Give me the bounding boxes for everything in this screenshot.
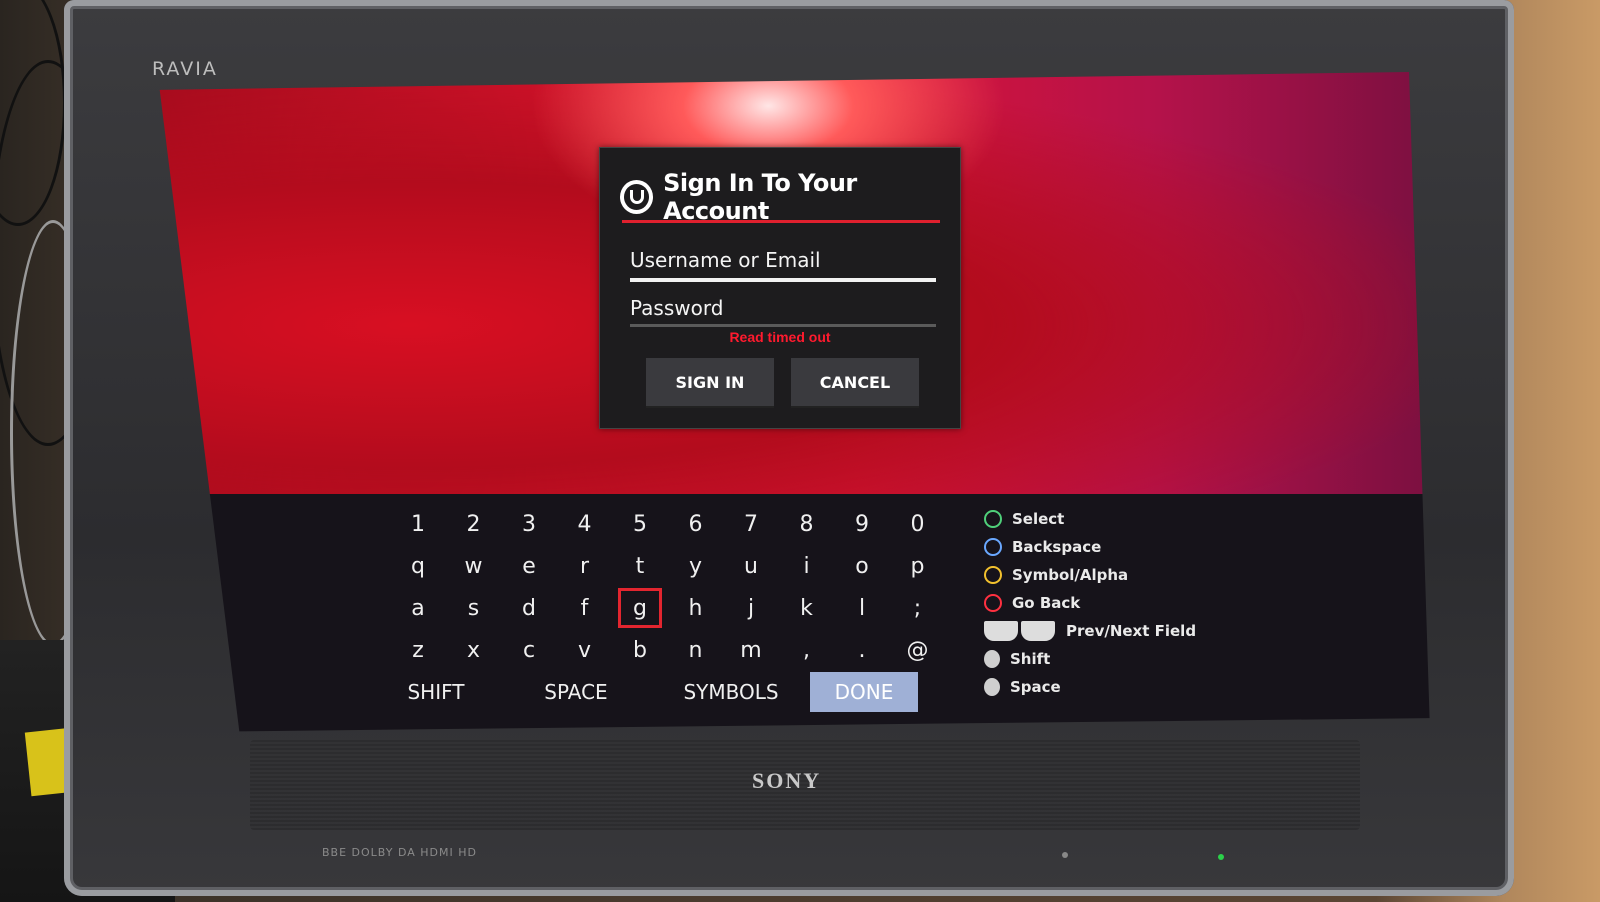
key-symbol[interactable]: . [840,630,884,670]
right-stick-icon [984,678,1000,696]
legend-label: Symbol/Alpha [1012,566,1129,584]
key-7[interactable]: 7 [729,504,773,544]
username-field[interactable]: Username or Email [630,248,936,282]
legend-label: Backspace [1012,538,1102,556]
tv-logo: SONY [752,768,822,793]
legend-item: Select [984,508,1064,530]
shift-key[interactable]: SHIFT [396,672,476,712]
key-0[interactable]: 0 [896,504,940,544]
key-o[interactable]: o [840,546,884,586]
cancel-button[interactable]: CANCEL [791,358,919,406]
symbols-key[interactable]: SYMBOLS [666,672,796,712]
password-field[interactable]: Password [630,296,936,327]
key-5[interactable]: 5 [618,504,662,544]
key-n[interactable]: n [674,630,718,670]
shoulder-buttons-icon [984,621,1058,641]
key-u[interactable]: u [729,546,773,586]
legend-label: Prev/Next Field [1066,622,1197,640]
key-t[interactable]: t [618,546,662,586]
legend-item: Space [984,676,1061,698]
sign-in-dialog: Sign In To Your Account Username or Emai… [599,147,961,429]
tv-model-brand: RAVIA [152,58,218,80]
key-s[interactable]: s [452,588,496,628]
key-x[interactable]: x [452,630,496,670]
key-9[interactable]: 9 [840,504,884,544]
legend-item: Shift [984,648,1050,670]
title-divider [622,220,940,223]
key-r[interactable]: r [563,546,607,586]
tv-sensor [1062,852,1068,858]
symbol-alpha-icon [984,566,1002,584]
key-d[interactable]: d [507,588,551,628]
backspace-icon [984,538,1002,556]
key-h[interactable]: h [674,588,718,628]
key-a[interactable]: a [396,588,440,628]
key-4[interactable]: 4 [563,504,607,544]
key-k[interactable]: k [785,588,829,628]
key-c[interactable]: c [507,630,551,670]
key-w[interactable]: w [452,546,496,586]
tv-screen: Sign In To Your Account Username or Emai… [152,72,1436,732]
key-j[interactable]: j [729,588,773,628]
select-icon [984,510,1002,528]
go-back-icon [984,594,1002,612]
sign-in-button[interactable]: SIGN IN [646,358,774,406]
space-key[interactable]: SPACE [526,672,626,712]
key-3[interactable]: 3 [507,504,551,544]
legend-label: Space [1010,678,1061,696]
key-p[interactable]: p [896,546,940,586]
key-l[interactable]: l [840,588,884,628]
key-m[interactable]: m [729,630,773,670]
key-q[interactable]: q [396,546,440,586]
key-8[interactable]: 8 [785,504,829,544]
dialog-title: Sign In To Your Account [663,169,857,225]
key-b[interactable]: b [618,630,662,670]
u-logo-icon [620,180,653,214]
dialog-header: Sign In To Your Account [620,174,960,220]
key-z[interactable]: z [396,630,440,670]
done-key[interactable]: DONE [810,672,918,712]
key-e[interactable]: e [507,546,551,586]
legend-item: Backspace [984,536,1101,558]
key-2[interactable]: 2 [452,504,496,544]
key-6[interactable]: 6 [674,504,718,544]
key-i[interactable]: i [785,546,829,586]
key-1[interactable]: 1 [396,504,440,544]
legend-item: Prev/Next Field [984,620,1196,642]
key-symbol[interactable]: ; [896,588,940,628]
key-symbol[interactable]: @ [896,630,940,670]
tv-badges: BBE DOLBY DA HDMI HD [322,846,477,859]
error-message: Read timed out [729,329,831,345]
legend-item: Symbol/Alpha [984,564,1128,586]
key-f[interactable]: f [563,588,607,628]
key-g[interactable]: g [618,588,662,628]
legend-label: Go Back [1012,594,1081,612]
key-v[interactable]: v [563,630,607,670]
key-y[interactable]: y [674,546,718,586]
legend-label: Shift [1010,650,1051,668]
key-symbol[interactable]: , [785,630,829,670]
left-stick-icon [984,650,1000,668]
tv-power-led [1218,854,1224,860]
legend-item: Go Back [984,592,1080,614]
on-screen-keyboard: 1 2 3 4 5 6 7 8 9 0 q w e r t y u i o p a s d f g h j k l; z x c v b n m,. @… [396,504,956,714]
legend-label: Select [1012,510,1065,528]
